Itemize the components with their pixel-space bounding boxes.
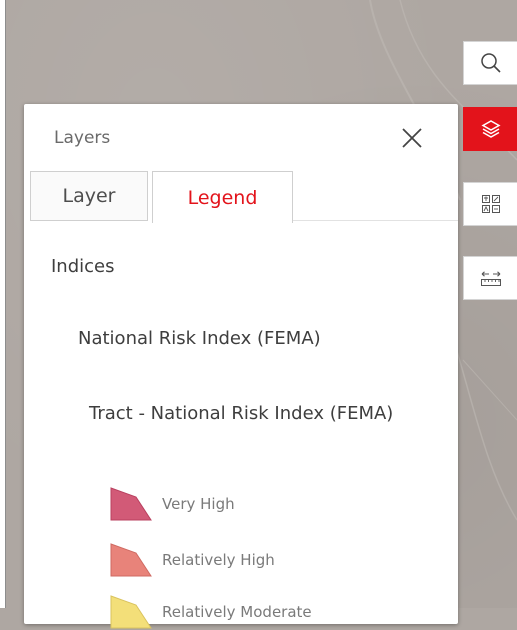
legend-item-label: Relatively Moderate <box>162 603 312 621</box>
basemap-gallery-icon <box>481 195 500 213</box>
polygon-swatch-icon <box>110 595 152 629</box>
legend-sublayer-name: Tract - National Risk Index (FEMA) <box>89 403 394 424</box>
window-edge <box>0 0 6 608</box>
layers-panel: Layers Layer Legend Indices National Ris… <box>24 104 458 629</box>
layers-icon <box>480 120 501 138</box>
close-button[interactable] <box>396 122 428 154</box>
measure-tool-button[interactable] <box>463 256 517 300</box>
layers-tool-button[interactable] <box>463 107 517 151</box>
legend-layer-name: National Risk Index (FEMA) <box>78 328 321 349</box>
panel-title: Layers <box>54 128 111 148</box>
legend-group-label: Indices <box>51 256 115 277</box>
search-icon <box>480 53 501 73</box>
polygon-swatch-icon <box>110 543 152 577</box>
tab-layer[interactable]: Layer <box>30 171 148 221</box>
legend-item-label: Relatively High <box>162 551 275 569</box>
measure-icon <box>480 271 501 286</box>
legend-item-very-high: Very High <box>110 486 235 522</box>
legend-item-label: Very High <box>162 495 235 513</box>
search-tool-button[interactable] <box>463 41 517 85</box>
tab-legend[interactable]: Legend <box>152 171 293 223</box>
close-icon <box>402 128 422 148</box>
basemap-gallery-button[interactable] <box>463 182 517 226</box>
legend-item-relatively-high: Relatively High <box>110 542 275 578</box>
legend-item-relatively-moderate: Relatively Moderate <box>110 594 312 630</box>
tabs-divider <box>293 220 458 221</box>
polygon-swatch-icon <box>110 487 152 521</box>
